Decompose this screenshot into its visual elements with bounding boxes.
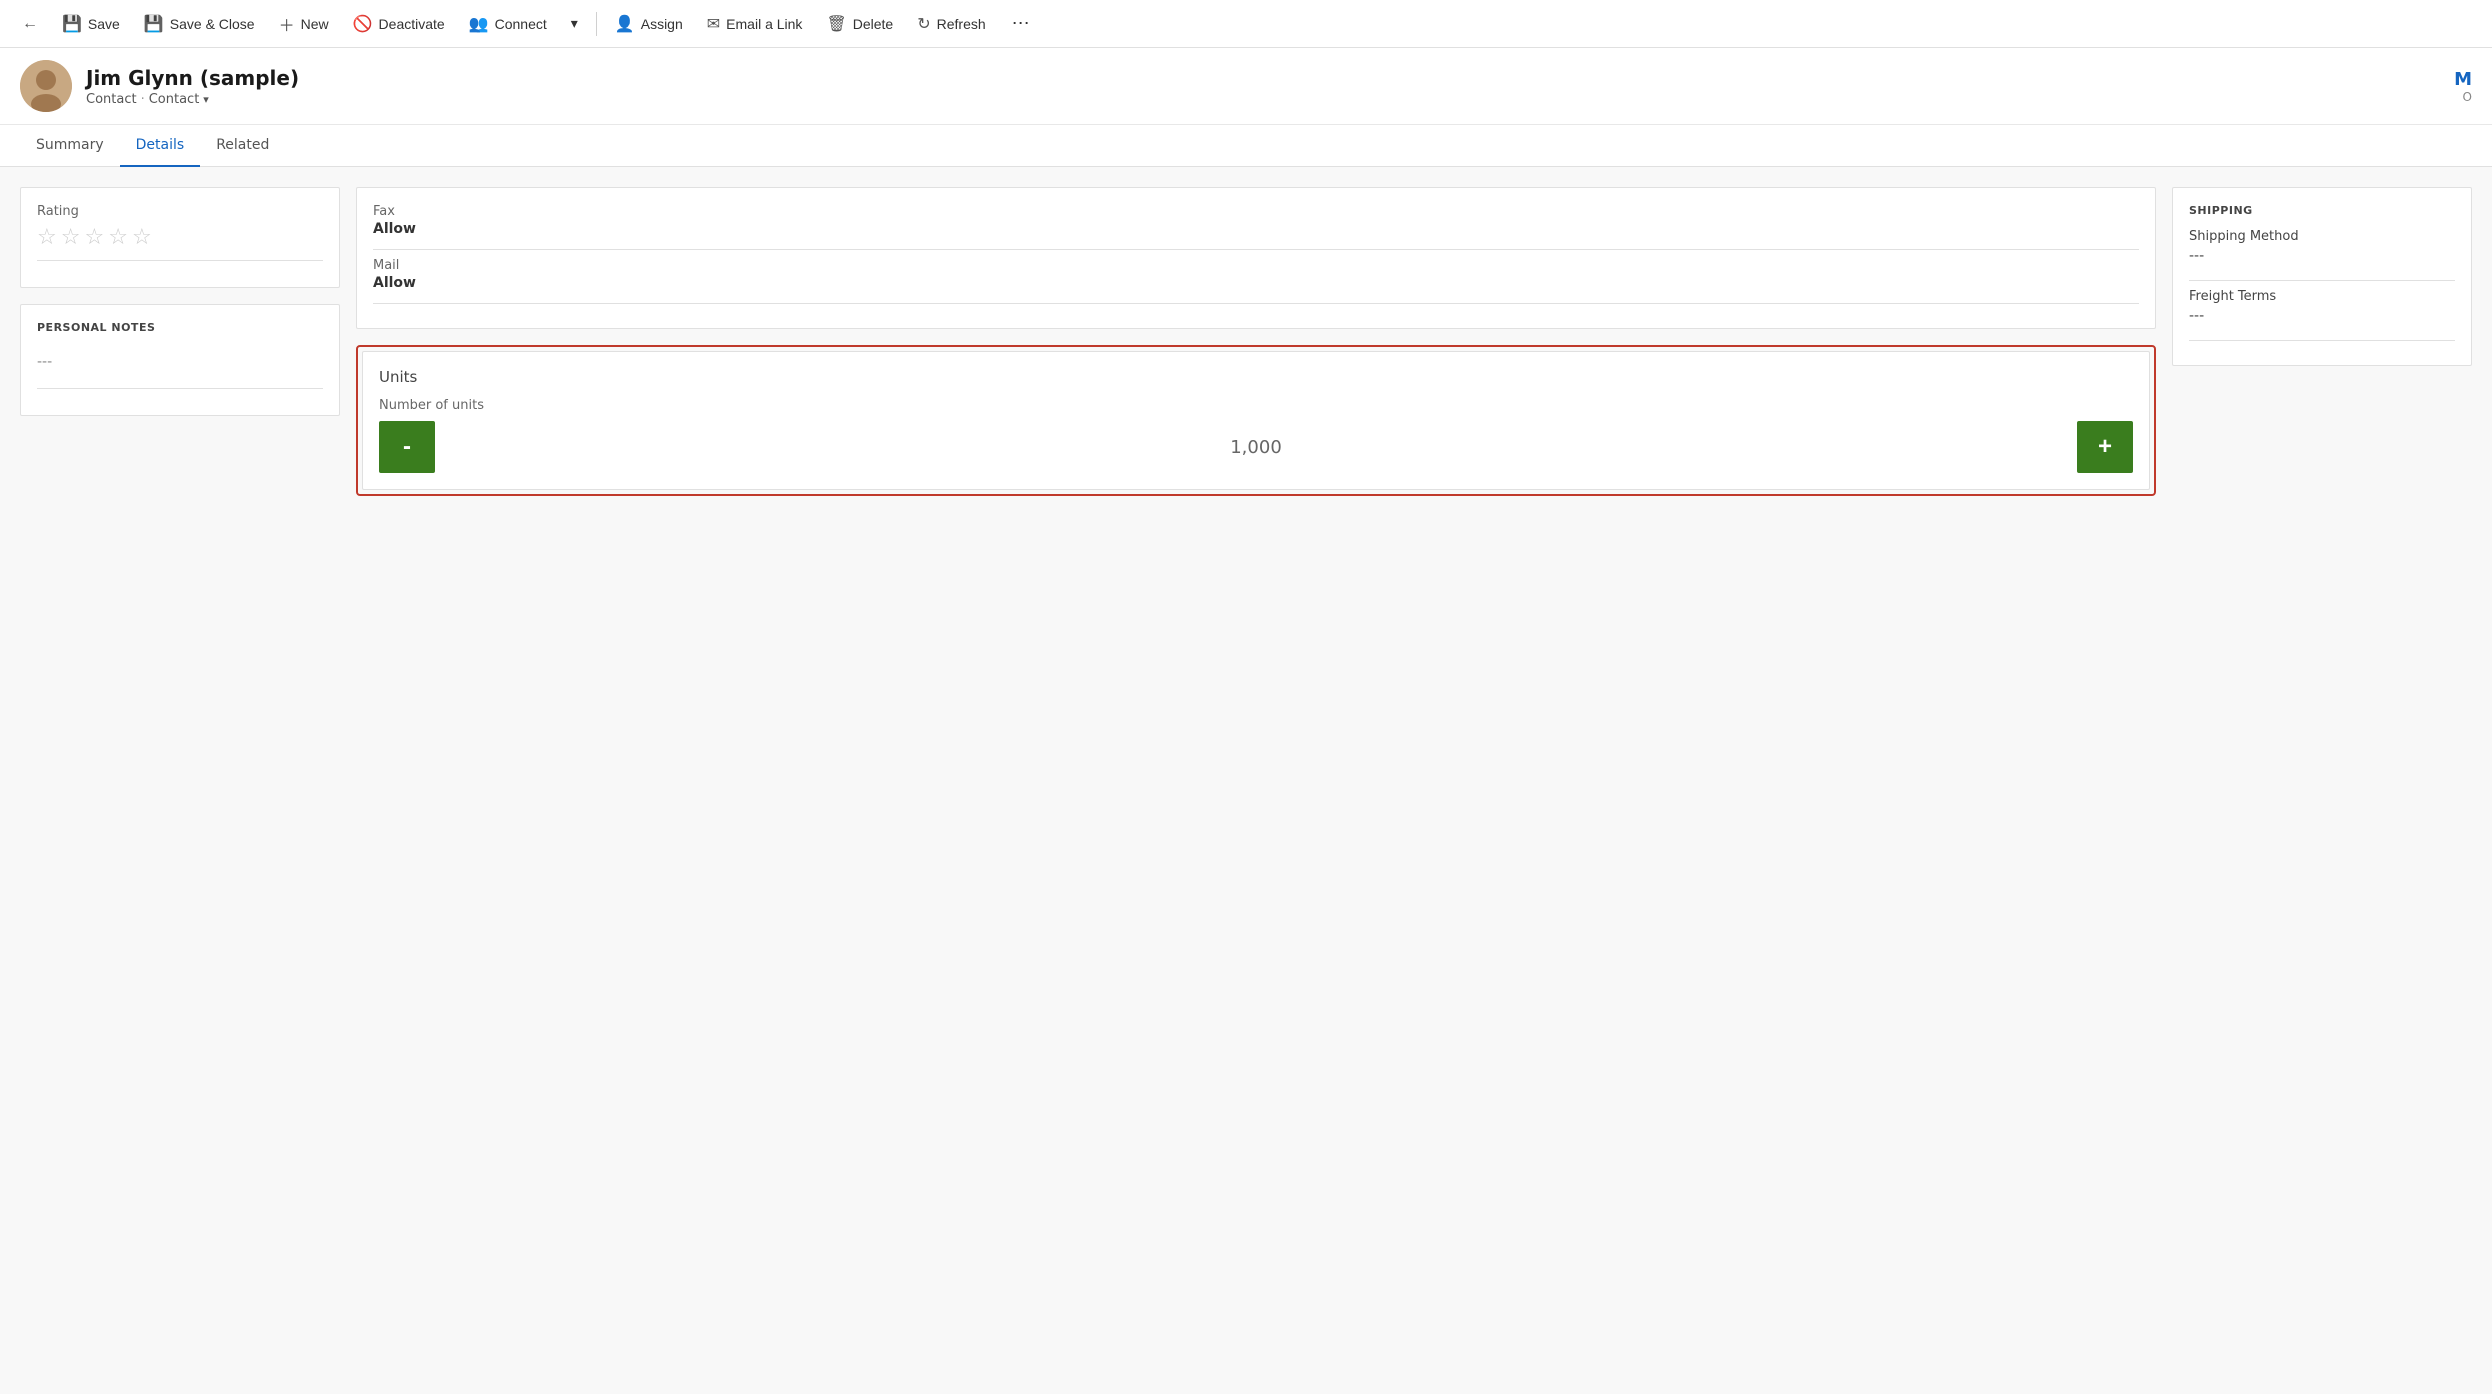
dot-separator: · — [141, 92, 145, 107]
back-icon: ← — [22, 15, 38, 33]
delete-button[interactable]: 🗑 Delete — [816, 8, 903, 40]
toolbar-divider — [596, 12, 597, 36]
personal-notes-value: --- — [37, 346, 323, 378]
star-3[interactable]: ☆ — [84, 225, 104, 250]
increment-button[interactable]: + — [2077, 421, 2133, 473]
mail-field: Mail Allow — [373, 258, 2139, 291]
record-subtitle: Contact · Contact ▾ — [86, 92, 299, 107]
personal-notes-card: PERSONAL NOTES --- — [20, 304, 340, 416]
freight-terms-label: Freight Terms — [2189, 289, 2455, 304]
star-5[interactable]: ☆ — [132, 225, 152, 250]
save-close-button[interactable]: 💾 Save & Close — [134, 8, 265, 40]
fax-allow-value: Allow — [373, 221, 2139, 237]
left-column: Rating ☆ ☆ ☆ ☆ ☆ PERSONAL NOTES --- — [20, 187, 340, 1374]
mail-label: Mail — [373, 258, 2139, 273]
rating-label: Rating — [37, 204, 323, 219]
deactivate-button[interactable]: 🚫 Deactivate — [343, 8, 455, 40]
save-close-icon: 💾 — [144, 14, 164, 34]
header-right-sub: O — [2463, 90, 2472, 104]
entity-type: Contact — [86, 92, 137, 107]
connect-dropdown-button[interactable]: ▾ — [561, 9, 588, 38]
shipping-method-label: Shipping Method — [2189, 229, 2455, 244]
mail-allow-value: Allow — [373, 275, 2139, 291]
units-value: 1,000 — [435, 437, 2077, 458]
fax-label: Fax — [373, 204, 2139, 219]
shipping-divider-1 — [2189, 280, 2455, 281]
notes-divider — [37, 388, 323, 389]
tabs-bar: Summary Details Related — [0, 125, 2492, 167]
personal-notes-title: PERSONAL NOTES — [37, 321, 323, 334]
shipping-card: SHIPPING Shipping Method --- Freight Ter… — [2172, 187, 2472, 366]
units-label: Number of units — [379, 398, 2133, 413]
star-1[interactable]: ☆ — [37, 225, 57, 250]
assign-icon: 👤 — [615, 14, 635, 34]
tab-related[interactable]: Related — [200, 125, 285, 167]
header-right-letter: M — [2454, 69, 2472, 90]
right-column: SHIPPING Shipping Method --- Freight Ter… — [2172, 187, 2472, 1374]
connect-button[interactable]: 👥 Connect — [459, 8, 557, 40]
tab-summary[interactable]: Summary — [20, 125, 120, 167]
shipping-method-field: Shipping Method --- — [2189, 229, 2455, 264]
shipping-title: SHIPPING — [2189, 204, 2455, 217]
freight-terms-field: Freight Terms --- — [2189, 289, 2455, 324]
connect-icon: 👥 — [469, 14, 489, 34]
record-header: Jim Glynn (sample) Contact · Contact ▾ M… — [0, 48, 2492, 125]
units-outer-border: Units Number of units - 1,000 + — [356, 345, 2156, 496]
shipping-method-value: --- — [2189, 248, 2455, 264]
email-link-button[interactable]: ✉ Email a Link — [697, 8, 813, 40]
more-icon: ⋯ — [1012, 13, 1030, 34]
star-4[interactable]: ☆ — [108, 225, 128, 250]
assign-button[interactable]: 👤 Assign — [605, 8, 693, 40]
fax-field: Fax Allow — [373, 204, 2139, 237]
main-content: Rating ☆ ☆ ☆ ☆ ☆ PERSONAL NOTES --- Fax … — [0, 167, 2492, 1394]
deactivate-icon: 🚫 — [353, 14, 373, 34]
entity-subtype: Contact — [149, 92, 200, 107]
new-button[interactable]: ＋ New — [269, 6, 339, 42]
center-column: Fax Allow Mail Allow Units Number of uni… — [356, 187, 2156, 1374]
new-icon: ＋ — [279, 12, 295, 36]
contact-info-card: Fax Allow Mail Allow — [356, 187, 2156, 329]
contact-divider-2 — [373, 303, 2139, 304]
avatar-image — [20, 60, 72, 112]
record-info: Jim Glynn (sample) Contact · Contact ▾ — [86, 66, 299, 107]
refresh-button[interactable]: ↻ Refresh — [907, 8, 995, 40]
subtitle-chevron-icon[interactable]: ▾ — [203, 93, 209, 106]
header-right: M O — [2454, 69, 2472, 104]
units-card: Units Number of units - 1,000 + — [362, 351, 2150, 490]
units-title: Units — [379, 368, 2133, 386]
stars-container: ☆ ☆ ☆ ☆ ☆ — [37, 225, 323, 250]
back-button[interactable]: ← — [12, 9, 48, 39]
avatar — [20, 60, 72, 112]
toolbar: ← 💾 Save 💾 Save & Close ＋ New 🚫 Deactiva… — [0, 0, 2492, 48]
freight-terms-value: --- — [2189, 308, 2455, 324]
refresh-icon: ↻ — [917, 14, 930, 34]
shipping-divider-2 — [2189, 340, 2455, 341]
rating-card: Rating ☆ ☆ ☆ ☆ ☆ — [20, 187, 340, 288]
more-button[interactable]: ⋯ — [1004, 9, 1038, 38]
save-button[interactable]: 💾 Save — [52, 8, 130, 40]
email-icon: ✉ — [707, 14, 720, 34]
chevron-down-icon: ▾ — [571, 15, 578, 32]
units-control: - 1,000 + — [379, 421, 2133, 473]
field-divider — [37, 260, 323, 261]
decrement-button[interactable]: - — [379, 421, 435, 473]
star-2[interactable]: ☆ — [61, 225, 81, 250]
save-icon: 💾 — [62, 14, 82, 34]
record-name: Jim Glynn (sample) — [86, 66, 299, 90]
delete-icon: 🗑 — [826, 14, 846, 34]
contact-divider-1 — [373, 249, 2139, 250]
tab-details[interactable]: Details — [120, 125, 201, 167]
